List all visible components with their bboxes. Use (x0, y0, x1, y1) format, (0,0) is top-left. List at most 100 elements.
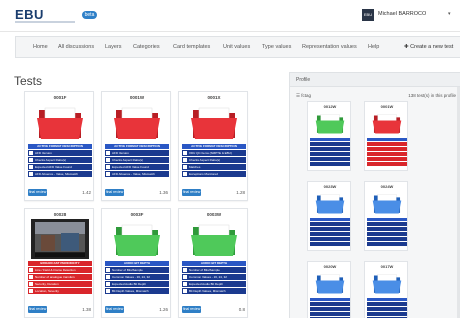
profile-test-card[interactable]: 0017W (364, 261, 408, 318)
folder-icon (312, 190, 348, 216)
test-attributes: AUDIO BIT DEPTH Number of Bits/Sample Comm… (182, 261, 246, 295)
test-attribute-row (367, 227, 407, 231)
test-attributes: ACTIVE FORMAT DESCRIPTION AFD Version Chec… (105, 144, 169, 178)
nav-home[interactable]: Home (33, 44, 48, 50)
final-review-button[interactable]: final review (105, 189, 124, 196)
profile-panel: Profile ☰ fctag 138 test(s) in this prof… (289, 72, 460, 318)
app-page: EBU beta EBU Michael BARROCO ▾ Home All … (0, 0, 460, 318)
profile-count: 138 test(s) in this profile (408, 93, 456, 98)
test-code: 00028 (53, 212, 67, 217)
test-category-header: BROADCAST PERIODICITY (28, 261, 92, 266)
nav-type-values[interactable]: Type values (262, 44, 291, 50)
test-attribute-row: AFD Absence - Value, Mismatch (28, 171, 92, 177)
profile-test-card[interactable]: 0020W (307, 261, 351, 318)
test-attribute-row: Exceptions Monitored (182, 171, 246, 177)
test-attribute-row: Bit Depth Values, Mismatch (105, 288, 169, 294)
final-review-button[interactable]: final review (28, 189, 47, 196)
test-attribute-row: Bit Depth Values, Mismatch (182, 288, 246, 294)
profile-name-label: fctag (301, 93, 312, 98)
test-attribute-row (367, 222, 407, 226)
folder-icon (185, 102, 243, 142)
beta-badge: beta (82, 11, 97, 19)
create-test-button[interactable]: ✚ Create a new test (404, 44, 453, 50)
user-name[interactable]: Michael BARROCO (378, 11, 426, 17)
test-code: 0017W (380, 264, 394, 269)
test-score: 1.28 (236, 190, 245, 195)
test-attributes (367, 138, 407, 167)
test-attribute-row (367, 142, 407, 146)
test-code: 0024W (380, 184, 394, 189)
test-attribute-row: Expected Audio Bit Depth (182, 281, 246, 287)
final-review-button[interactable]: final review (182, 306, 201, 313)
video-thumbnail (31, 219, 89, 259)
test-attribute-row (310, 307, 350, 311)
nav-representation-values[interactable]: Representation values (302, 44, 357, 50)
profile-test-card[interactable]: 0024W (364, 181, 408, 251)
test-code: 0001W (380, 104, 394, 109)
test-attributes (310, 298, 350, 318)
test-attribute-row: AFD Absence - Value, Mismatch (105, 171, 169, 177)
test-card[interactable]: 0001F ACTIVE FORMAT DESCRIPTION AFD Versio… (24, 91, 94, 201)
test-attribute-row: Checks Aspect Ratio(s) (182, 157, 246, 163)
folder-icon (369, 270, 405, 296)
card-footer: final review 1.42 (25, 189, 95, 197)
test-attribute-row (310, 237, 350, 241)
nav-layers[interactable]: Layers (105, 44, 122, 50)
test-attribute-row (310, 242, 350, 246)
nav-card-templates[interactable]: Card templates (173, 44, 210, 50)
test-attribute-row (367, 298, 407, 301)
test-card[interactable]: 00028 BROADCAST PERIODICITY Line / Field &… (24, 208, 94, 318)
test-attribute-row: Checks Aspect Ratio(s) (105, 157, 169, 163)
test-code: 0001F (53, 95, 67, 100)
test-attribute-row: Expected AFD Value Found (28, 164, 92, 170)
test-attribute-row: Checks Aspect Ratio(s) (28, 157, 92, 163)
test-card[interactable]: 0003W AUDIO BIT DEPTH Number of Bits/Sampl… (178, 208, 248, 318)
test-code: 0001W (129, 95, 145, 100)
top-bar: EBU beta EBU Michael BARROCO ▾ (0, 0, 460, 32)
test-category-header: AUDIO BIT DEPTH (105, 261, 169, 266)
test-attribute-row (310, 227, 350, 231)
test-attribute-row: Number of analogue transfers (28, 274, 92, 280)
test-category-header: ACTIVE FORMAT DESCRIPTION (105, 144, 169, 149)
test-code: 0001X (207, 95, 221, 100)
test-attribute-row: Number of Bits/Sample (105, 267, 169, 273)
chevron-down-icon[interactable]: ▾ (448, 11, 451, 17)
profile-test-card[interactable]: 0012W (307, 101, 351, 171)
test-card[interactable]: 0003F AUDIO BIT DEPTH Number of Bits/Sampl… (101, 208, 171, 318)
test-attributes: ACTIVE FORMAT DESCRIPTION AFD Version Chec… (28, 144, 92, 178)
nav-unit-values[interactable]: Unit values (223, 44, 250, 50)
test-attributes: AUDIO BIT DEPTH Number of Bits/Sample Comm… (105, 261, 169, 295)
test-category-header: AUDIO BIT DEPTH (182, 261, 246, 266)
test-attribute-row (310, 232, 350, 236)
nav-all-discussions[interactable]: All discussions (58, 44, 94, 50)
test-score: 1.42 (82, 190, 91, 195)
avatar[interactable]: EBU (362, 9, 374, 21)
card-footer: final review 1.28 (179, 189, 249, 197)
create-test-label: Create a new test (410, 44, 454, 50)
folder-icon (369, 110, 405, 136)
test-card[interactable]: 0001X ACTIVE FORMAT DESCRIPTION XDU QC Ite… (178, 91, 248, 201)
nav-help[interactable]: Help (368, 44, 379, 50)
folder-icon (108, 102, 166, 142)
test-attribute-row (367, 242, 407, 246)
logo-tagline (15, 21, 75, 23)
page-title: Tests (14, 74, 43, 88)
test-attributes: ACTIVE FORMAT DESCRIPTION XDU QC Items (S… (182, 144, 246, 178)
card-footer: final review 1.26 (102, 306, 172, 314)
nav-categories[interactable]: Categories (133, 44, 160, 50)
test-attribute-row (310, 162, 350, 166)
profile-test-card[interactable]: 0023W (307, 181, 351, 251)
test-attribute-row (367, 162, 407, 166)
final-review-button[interactable]: final review (28, 306, 47, 313)
test-attribute-row (367, 302, 407, 306)
test-attributes (310, 138, 350, 167)
test-score: 1.36 (159, 190, 168, 195)
profile-test-card[interactable]: 0001W (364, 101, 408, 171)
test-card[interactable]: 0001W ACTIVE FORMAT DESCRIPTION AFD Versio… (101, 91, 171, 201)
card-footer: final review 1.36 (102, 189, 172, 197)
profile-name: ☰ fctag (296, 93, 311, 99)
ebu-logo[interactable]: EBU (15, 7, 44, 22)
card-footer: final review 1.38 (25, 306, 95, 314)
final-review-button[interactable]: final review (182, 189, 201, 196)
final-review-button[interactable]: final review (105, 306, 124, 313)
